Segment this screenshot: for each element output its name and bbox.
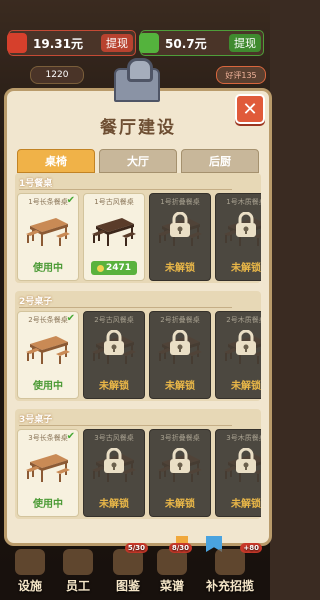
furniture-name: 3号木质餐桌 xyxy=(226,434,261,442)
furniture-card[interactable]: 3号折叠餐桌 未解锁 xyxy=(149,429,211,517)
staff-icon xyxy=(63,549,93,575)
section-title: 3号桌子 xyxy=(19,412,234,426)
status-locked: 未解锁 xyxy=(231,499,261,510)
check-icon: ✔ xyxy=(66,195,75,206)
tab-hall[interactable]: 大厅 xyxy=(99,149,177,173)
bottom-nav: 设施 员工 图鉴 5/30 菜谱 8/30 补充招揽 +80 xyxy=(0,540,270,600)
furniture-card[interactable]: 2号折叠餐桌 未解锁 xyxy=(149,311,211,399)
lock-icon xyxy=(234,329,258,356)
furniture-card[interactable]: 2号木质餐桌未解锁 xyxy=(215,311,261,399)
close-icon: ✕ xyxy=(242,98,258,120)
nav-catalog[interactable]: 图鉴 5/30 xyxy=(108,543,148,594)
coin-icon xyxy=(96,264,104,272)
lock-icon xyxy=(102,329,126,356)
furniture-card[interactable]: 3号古风餐桌 未解锁 xyxy=(83,429,145,517)
table-slot-section: 3号桌子3号长条餐桌✔使用中3号古风餐桌未解锁3号折叠餐桌未解锁3号木质餐桌未解… xyxy=(15,409,261,519)
table-icon xyxy=(26,328,70,366)
status-in-use: 使用中 xyxy=(33,263,63,274)
restaurant-build-panel: 餐厅建设 ✕ 桌椅 大厅 后厨 1号餐桌 1号长条餐桌 ✔ 使用中 1号古风餐桌 2471… xyxy=(4,88,272,546)
wechat-balance: 50.7元 提现 xyxy=(139,30,264,56)
status-locked: 未解锁 xyxy=(165,381,195,392)
section-title: 1号餐桌 xyxy=(19,176,234,190)
furniture-name: 3号折叠餐桌 xyxy=(160,434,200,442)
wechat-withdraw-button[interactable]: 提现 xyxy=(229,34,261,52)
nav-label: 菜谱 xyxy=(159,579,184,593)
lock-icon xyxy=(168,329,192,356)
furniture-cards: 1号长条餐桌✔使用中1号古风餐桌24711号折叠餐桌未解锁1号木质餐桌未解锁 xyxy=(17,193,261,281)
furniture-cards: 2号长条餐桌✔使用中2号古风餐桌未解锁2号折叠餐桌未解锁2号木质餐桌未解锁 xyxy=(17,311,261,399)
tab-kitchen[interactable]: 后厨 xyxy=(181,149,259,173)
furniture-card[interactable]: 1号折叠餐桌 未解锁 xyxy=(149,193,211,281)
check-icon: ✔ xyxy=(66,431,75,442)
status-locked: 未解锁 xyxy=(231,263,261,274)
table-icon xyxy=(26,210,70,248)
nav-badge: +80 xyxy=(240,543,262,553)
furniture-name: 2号折叠餐桌 xyxy=(160,316,200,324)
cash-balance: 19.31元 提现 xyxy=(7,30,136,56)
nav-label: 补充招揽 xyxy=(205,579,254,593)
furniture-name: 1号古风餐桌 xyxy=(94,198,134,206)
furniture-card[interactable]: 3号木质餐桌未解锁 xyxy=(215,429,261,517)
furniture-name: 1号木质餐桌 xyxy=(226,198,261,206)
status-locked: 未解锁 xyxy=(99,381,129,392)
status-locked: 未解锁 xyxy=(99,499,129,510)
table-slot-section: 1号餐桌1号长条餐桌✔使用中1号古风餐桌24711号折叠餐桌未解锁1号木质餐桌未… xyxy=(15,173,261,283)
lock-icon xyxy=(168,447,192,474)
close-button[interactable]: ✕ xyxy=(235,94,265,124)
nav-label: 图鉴 xyxy=(115,579,140,593)
nav-badge: 8/30 xyxy=(168,543,192,553)
cash-withdraw-button[interactable]: 提现 xyxy=(101,34,133,52)
lock-icon xyxy=(168,211,192,238)
status-in-use: 使用中 xyxy=(33,381,63,392)
buy-price-button[interactable]: 2471 xyxy=(91,261,137,275)
coin-counter: 1220 xyxy=(30,66,84,84)
nav-facility[interactable]: 设施 xyxy=(10,549,50,594)
lock-icon xyxy=(234,211,258,238)
panel-title: 餐厅建设 xyxy=(100,118,176,138)
price-value: 2471 xyxy=(105,263,132,273)
furniture-name: 3号古风餐桌 xyxy=(94,434,134,442)
section-title: 2号桌子 xyxy=(19,294,234,308)
category-tabs: 桌椅 大厅 后厨 xyxy=(17,149,259,173)
coin-value: 1220 xyxy=(45,70,69,80)
facility-icon xyxy=(15,549,45,575)
furniture-cards: 3号长条餐桌✔使用中3号古风餐桌未解锁3号折叠餐桌未解锁3号木质餐桌未解锁 xyxy=(17,429,261,517)
furniture-card[interactable]: 1号古风餐桌 2471 xyxy=(83,193,145,281)
nav-staff[interactable]: 员工 xyxy=(58,549,98,594)
status-locked: 未解锁 xyxy=(231,381,261,392)
nav-label: 设施 xyxy=(17,579,42,593)
tab-tables[interactable]: 桌椅 xyxy=(17,149,95,173)
clipboard-clip xyxy=(114,58,160,102)
currency-bar: 19.31元 提现 50.7元 提现 xyxy=(7,30,264,56)
furniture-card[interactable]: 1号木质餐桌未解锁 xyxy=(215,193,261,281)
lock-icon xyxy=(102,447,126,474)
furniture-card[interactable]: 1号长条餐桌 ✔ 使用中 xyxy=(17,193,79,281)
nav-megaphone[interactable]: 补充招揽 +80 xyxy=(198,543,262,594)
megaphone-icon xyxy=(215,549,245,575)
wechat-value: 50.7元 xyxy=(165,36,207,51)
rating-value: 好评135 xyxy=(225,70,257,80)
furniture-card[interactable]: 2号长条餐桌 ✔ 使用中 xyxy=(17,311,79,399)
lock-icon xyxy=(234,447,258,474)
nav-badge: 5/30 xyxy=(124,543,148,553)
furniture-card[interactable]: 3号长条餐桌 ✔ 使用中 xyxy=(17,429,79,517)
furniture-name: 1号折叠餐桌 xyxy=(160,198,200,206)
status-in-use: 使用中 xyxy=(33,499,63,510)
table-icon xyxy=(92,210,136,248)
table-slot-section: 2号桌子2号长条餐桌✔使用中2号古风餐桌未解锁2号折叠餐桌未解锁2号木质餐桌未解… xyxy=(15,291,261,401)
red-envelope-icon xyxy=(7,33,27,53)
check-icon: ✔ xyxy=(66,313,75,324)
nav-recipe[interactable]: 菜谱 8/30 xyxy=(152,543,192,594)
furniture-name: 2号古风餐桌 xyxy=(94,316,134,324)
furniture-name: 2号木质餐桌 xyxy=(226,316,261,324)
furniture-card[interactable]: 2号古风餐桌 未解锁 xyxy=(83,311,145,399)
cash-value: 19.31元 xyxy=(33,36,83,51)
status-locked: 未解锁 xyxy=(165,263,195,274)
nav-label: 员工 xyxy=(65,579,90,593)
table-icon xyxy=(26,446,70,484)
rating-badge: 好评135 xyxy=(216,66,266,84)
wechat-cash-icon xyxy=(139,33,159,53)
status-locked: 未解锁 xyxy=(165,499,195,510)
furniture-list[interactable]: 1号餐桌1号长条餐桌✔使用中1号古风餐桌24711号折叠餐桌未解锁1号木质餐桌未… xyxy=(15,173,261,523)
